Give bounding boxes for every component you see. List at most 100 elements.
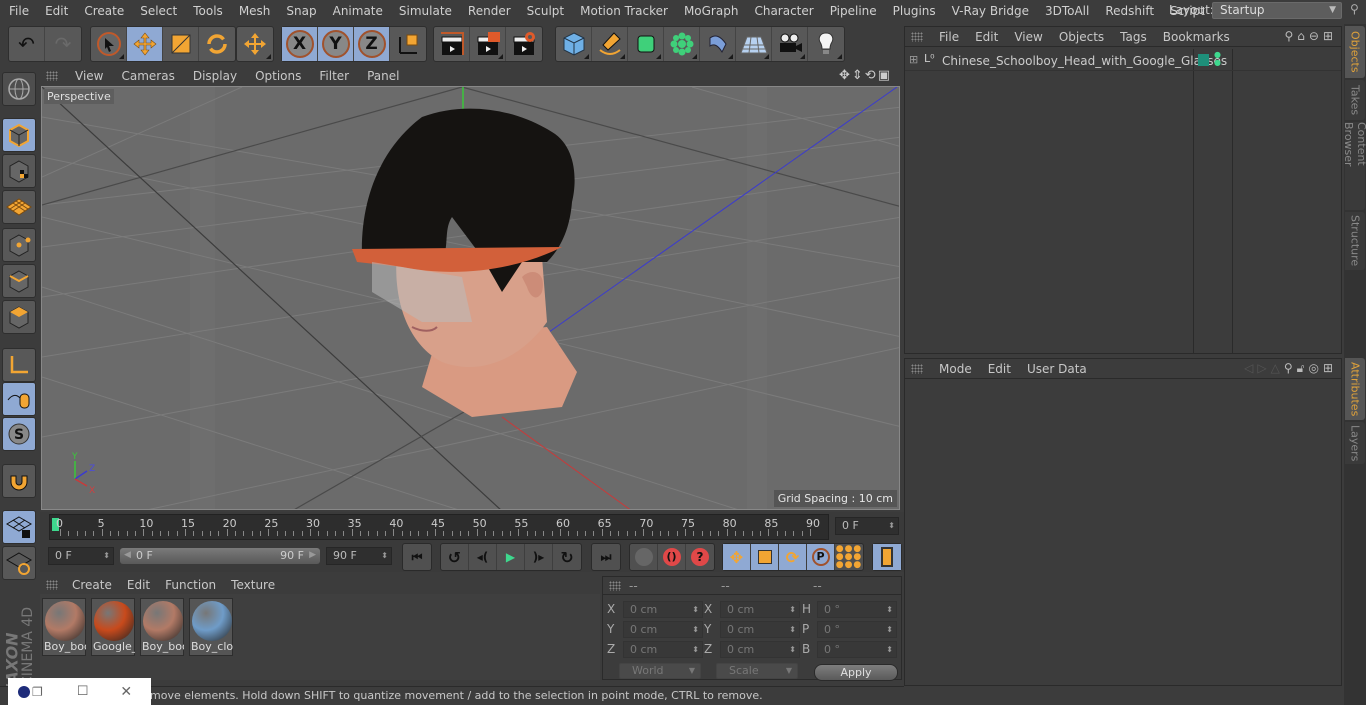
tab-layers[interactable]: Layers <box>1345 422 1365 464</box>
menu-edit[interactable]: Edit <box>36 4 75 18</box>
menu-sculpt[interactable]: Sculpt <box>518 4 571 18</box>
scale-tool-button[interactable] <box>163 27 199 61</box>
menu-simulate[interactable]: Simulate <box>390 4 459 18</box>
link-icon[interactable]: ⊖ <box>1309 29 1323 43</box>
attributes-menu-user-data[interactable]: User Data <box>1019 362 1095 376</box>
points-mode-button[interactable] <box>2 228 36 262</box>
material-menu-edit[interactable]: Edit <box>121 578 159 592</box>
current-frame-field[interactable]: 0 F ⬍ <box>835 517 899 535</box>
range-right-arrow-icon[interactable]: ▶ <box>309 548 316 563</box>
rotation-field[interactable]: 0 ° ⬍ <box>817 641 897 658</box>
menu-mesh[interactable]: Mesh <box>230 4 278 18</box>
layout-dropdown[interactable]: Startup ▼ <box>1212 2 1342 19</box>
tab-takes[interactable]: Takes <box>1345 80 1365 120</box>
size-field[interactable]: 0 cm ⬍ <box>720 601 800 618</box>
panel-grip-icon[interactable] <box>46 71 58 81</box>
rotation-key-button[interactable]: ⟳ <box>779 544 807 570</box>
search-icon[interactable]: ⚲ <box>1284 29 1297 43</box>
spinner-icon[interactable]: ⬍ <box>886 622 893 637</box>
new-panel-icon[interactable]: ⊞ <box>1323 29 1337 43</box>
panel-grip-icon[interactable] <box>609 580 621 591</box>
object-menu-bookmarks[interactable]: Bookmarks <box>1155 30 1238 44</box>
menu-animate[interactable]: Animate <box>324 4 390 18</box>
start-frame-field[interactable]: 0 F ⬍ <box>48 547 114 565</box>
position-key-button[interactable]: ✥ <box>723 544 751 570</box>
texture-mode-button[interactable] <box>2 154 36 188</box>
workplane-button[interactable] <box>2 190 36 224</box>
light-button[interactable] <box>808 27 844 61</box>
spinner-icon[interactable]: ⬍ <box>789 622 796 637</box>
floor-button[interactable] <box>736 27 772 61</box>
expand-icon[interactable]: ⊞ <box>909 53 918 66</box>
play-button[interactable]: ▶ <box>497 544 525 570</box>
render-view-button[interactable] <box>434 27 470 61</box>
position-field[interactable]: 0 cm ⬍ <box>623 601 703 618</box>
cube-button[interactable] <box>556 27 592 61</box>
apply-button[interactable]: Apply <box>814 664 898 681</box>
spinner-icon[interactable]: ⬍ <box>381 548 388 564</box>
panel-grip-icon[interactable] <box>911 363 923 374</box>
parameter-key-button[interactable]: P <box>807 544 835 570</box>
spinner-icon[interactable]: ⬍ <box>886 642 893 657</box>
solo-button[interactable]: S <box>2 417 36 451</box>
size-mode-dropdown[interactable]: Scale ▼ <box>716 663 798 679</box>
panel-grip-icon[interactable] <box>46 580 58 590</box>
material-menu-function[interactable]: Function <box>159 578 225 592</box>
tab-content-browser[interactable]: Content Browser <box>1342 122 1366 210</box>
tab-structure[interactable]: Structure <box>1345 212 1365 270</box>
attributes-menu-mode[interactable]: Mode <box>931 362 980 376</box>
range-left-arrow-icon[interactable]: ◀ <box>124 548 131 563</box>
spinner-icon[interactable]: ⬍ <box>789 602 796 617</box>
workplane-lock-button[interactable] <box>2 510 36 544</box>
spinner-icon[interactable]: ⬍ <box>789 642 796 657</box>
home-icon[interactable]: ⌂ <box>1297 29 1309 43</box>
object-menu-view[interactable]: View <box>1006 30 1050 44</box>
object-menu-file[interactable]: File <box>931 30 967 44</box>
target-icon[interactable]: ◎ <box>1308 361 1322 375</box>
prev-key-button[interactable]: ↺ <box>441 544 469 570</box>
deformer-button[interactable] <box>700 27 736 61</box>
camera-button[interactable] <box>772 27 808 61</box>
render-picture-viewer-button[interactable] <box>470 27 506 61</box>
y-axis-button[interactable]: Y <box>318 27 354 61</box>
menu-character[interactable]: Character <box>745 4 820 18</box>
frame-range-slider[interactable]: ◀ 0 F 90 F ▶ <box>120 548 320 564</box>
viewport-menu-display[interactable]: Display <box>184 69 246 83</box>
menu-create[interactable]: Create <box>75 4 131 18</box>
material-menu-texture[interactable]: Texture <box>225 578 284 592</box>
select-tool-button[interactable] <box>91 27 127 61</box>
close-icon[interactable]: ✕ <box>120 684 132 700</box>
object-menu-objects[interactable]: Objects <box>1051 30 1112 44</box>
polygons-mode-button[interactable] <box>2 300 36 334</box>
pen-spline-button[interactable] <box>592 27 628 61</box>
attributes-menu-edit[interactable]: Edit <box>980 362 1019 376</box>
record-active-button[interactable] <box>630 544 658 570</box>
object-menu-tags[interactable]: Tags <box>1112 30 1155 44</box>
maximize-icon[interactable]: ☐ <box>77 684 89 699</box>
panel-grip-icon[interactable] <box>911 31 923 42</box>
spinner-icon[interactable]: ⬍ <box>103 548 110 564</box>
rotation-field[interactable]: 0 ° ⬍ <box>817 621 897 638</box>
layer-color-swatch[interactable] <box>1198 54 1209 66</box>
menu-snap[interactable]: Snap <box>277 4 323 18</box>
snap-button[interactable] <box>2 464 36 498</box>
model-mode-button[interactable] <box>2 118 36 152</box>
rotation-field[interactable]: 0 ° ⬍ <box>817 601 897 618</box>
x-axis-button[interactable]: X <box>282 27 318 61</box>
prev-frame-button[interactable]: ◂( <box>469 544 497 570</box>
new-panel-icon[interactable]: ⊞ <box>1323 361 1337 375</box>
menu-plugins[interactable]: Plugins <box>884 4 943 18</box>
menu-select[interactable]: Select <box>131 4 184 18</box>
edges-mode-button[interactable] <box>2 264 36 298</box>
spinner-icon[interactable]: ⬍ <box>888 518 895 534</box>
viewport-menu-panel[interactable]: Panel <box>358 69 408 83</box>
redo-button[interactable]: ↷ <box>45 27 81 61</box>
object-row[interactable]: ⊞ L⁰ Chinese_Schoolboy_Head_with_Google_… <box>905 51 1341 71</box>
viewport-menu-filter[interactable]: Filter <box>310 69 358 83</box>
render-settings-button[interactable] <box>506 27 542 61</box>
menu-motion-tracker[interactable]: Motion Tracker <box>571 4 675 18</box>
material-swatch[interactable]: Boy_clot <box>189 598 233 656</box>
viewport-menu-options[interactable]: Options <box>246 69 310 83</box>
menu-3dtoall[interactable]: 3DToAll <box>1036 4 1096 18</box>
menu-render[interactable]: Render <box>459 4 518 18</box>
